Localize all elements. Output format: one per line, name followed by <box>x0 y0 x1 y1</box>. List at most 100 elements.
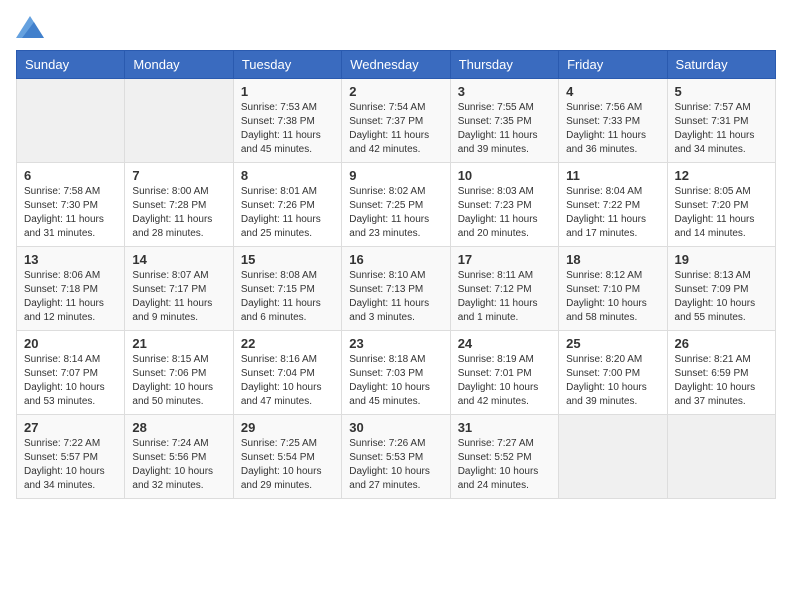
calendar-day-cell: 26 Sunrise: 8:21 AM Sunset: 6:59 PM Dayli… <box>667 331 775 415</box>
logo-icon <box>16 16 44 38</box>
calendar-day-cell: 28 Sunrise: 7:24 AM Sunset: 5:56 PM Dayli… <box>125 415 233 499</box>
day-number: 23 <box>349 336 442 351</box>
day-number: 30 <box>349 420 442 435</box>
calendar-day-cell: 30 Sunrise: 7:26 AM Sunset: 5:53 PM Dayli… <box>342 415 450 499</box>
weekday-header-monday: Monday <box>125 51 233 79</box>
weekday-header-friday: Friday <box>559 51 667 79</box>
day-info: Sunrise: 8:03 AM Sunset: 7:23 PM Dayligh… <box>458 185 551 241</box>
day-info: Sunrise: 7:53 AM Sunset: 7:38 PM Dayligh… <box>241 101 334 157</box>
calendar-day-cell: 21 Sunrise: 8:15 AM Sunset: 7:06 PM Dayli… <box>125 331 233 415</box>
calendar-day-cell: 9 Sunrise: 8:02 AM Sunset: 7:25 PM Daylig… <box>342 163 450 247</box>
day-number: 21 <box>132 336 225 351</box>
calendar-day-cell <box>667 415 775 499</box>
day-number: 19 <box>675 252 768 267</box>
calendar-day-cell: 11 Sunrise: 8:04 AM Sunset: 7:22 PM Dayli… <box>559 163 667 247</box>
calendar-day-cell <box>125 79 233 163</box>
day-number: 18 <box>566 252 659 267</box>
day-number: 24 <box>458 336 551 351</box>
calendar-day-cell: 8 Sunrise: 8:01 AM Sunset: 7:26 PM Daylig… <box>233 163 341 247</box>
calendar-week-row: 6 Sunrise: 7:58 AM Sunset: 7:30 PM Daylig… <box>17 163 776 247</box>
day-info: Sunrise: 8:13 AM Sunset: 7:09 PM Dayligh… <box>675 269 768 325</box>
day-info: Sunrise: 8:05 AM Sunset: 7:20 PM Dayligh… <box>675 185 768 241</box>
calendar-table: SundayMondayTuesdayWednesdayThursdayFrid… <box>16 50 776 499</box>
day-info: Sunrise: 8:15 AM Sunset: 7:06 PM Dayligh… <box>132 353 225 409</box>
day-number: 6 <box>24 168 117 183</box>
day-number: 3 <box>458 84 551 99</box>
calendar-day-cell: 16 Sunrise: 8:10 AM Sunset: 7:13 PM Dayli… <box>342 247 450 331</box>
logo <box>16 16 48 38</box>
day-info: Sunrise: 7:58 AM Sunset: 7:30 PM Dayligh… <box>24 185 117 241</box>
page-header <box>16 16 776 38</box>
calendar-day-cell: 20Sunrise: 8:14 AM Sunset: 7:07 PM Dayli… <box>17 331 125 415</box>
day-info: Sunrise: 8:08 AM Sunset: 7:15 PM Dayligh… <box>241 269 334 325</box>
day-info: Sunrise: 7:56 AM Sunset: 7:33 PM Dayligh… <box>566 101 659 157</box>
calendar-day-cell: 29Sunrise: 7:25 AM Sunset: 5:54 PM Dayli… <box>233 415 341 499</box>
day-number: 1 <box>241 84 334 99</box>
day-number: 26 <box>675 336 768 351</box>
weekday-header-row: SundayMondayTuesdayWednesdayThursdayFrid… <box>17 51 776 79</box>
calendar-week-row: 13 Sunrise: 8:06 AM Sunset: 7:18 PM Dayli… <box>17 247 776 331</box>
day-info: Sunrise: 8:10 AM Sunset: 7:13 PM Dayligh… <box>349 269 442 325</box>
calendar-day-cell: 22 Sunrise: 8:16 AM Sunset: 7:04 PM Dayli… <box>233 331 341 415</box>
day-number: 9 <box>349 168 442 183</box>
calendar-day-cell: 31 Sunrise: 7:27 AM Sunset: 5:52 PM Dayli… <box>450 415 558 499</box>
weekday-header-thursday: Thursday <box>450 51 558 79</box>
day-number: 8 <box>241 168 334 183</box>
day-number: 29 <box>241 420 334 435</box>
day-info: Sunrise: 7:55 AM Sunset: 7:35 PM Dayligh… <box>458 101 551 157</box>
calendar-day-cell: 23 Sunrise: 8:18 AM Sunset: 7:03 PM Dayli… <box>342 331 450 415</box>
day-info: Sunrise: 7:27 AM Sunset: 5:52 PM Dayligh… <box>458 437 551 493</box>
calendar-day-cell: 14 Sunrise: 8:07 AM Sunset: 7:17 PM Dayli… <box>125 247 233 331</box>
calendar-day-cell: 15 Sunrise: 8:08 AM Sunset: 7:15 PM Dayli… <box>233 247 341 331</box>
calendar-week-row: 20Sunrise: 8:14 AM Sunset: 7:07 PM Dayli… <box>17 331 776 415</box>
day-number: 5 <box>675 84 768 99</box>
calendar-day-cell: 6 Sunrise: 7:58 AM Sunset: 7:30 PM Daylig… <box>17 163 125 247</box>
day-number: 25 <box>566 336 659 351</box>
day-number: 17 <box>458 252 551 267</box>
calendar-day-cell: 1 Sunrise: 7:53 AM Sunset: 7:38 PM Daylig… <box>233 79 341 163</box>
day-info: Sunrise: 7:54 AM Sunset: 7:37 PM Dayligh… <box>349 101 442 157</box>
day-info: Sunrise: 8:02 AM Sunset: 7:25 PM Dayligh… <box>349 185 442 241</box>
day-info: Sunrise: 7:24 AM Sunset: 5:56 PM Dayligh… <box>132 437 225 493</box>
calendar-day-cell <box>559 415 667 499</box>
calendar-day-cell: 25 Sunrise: 8:20 AM Sunset: 7:00 PM Dayli… <box>559 331 667 415</box>
day-info: Sunrise: 8:07 AM Sunset: 7:17 PM Dayligh… <box>132 269 225 325</box>
calendar-day-cell: 13 Sunrise: 8:06 AM Sunset: 7:18 PM Dayli… <box>17 247 125 331</box>
calendar-day-cell <box>17 79 125 163</box>
calendar-day-cell: 10Sunrise: 8:03 AM Sunset: 7:23 PM Dayli… <box>450 163 558 247</box>
day-info: Sunrise: 7:26 AM Sunset: 5:53 PM Dayligh… <box>349 437 442 493</box>
calendar-day-cell: 7Sunrise: 8:00 AM Sunset: 7:28 PM Daylig… <box>125 163 233 247</box>
calendar-day-cell: 3 Sunrise: 7:55 AM Sunset: 7:35 PM Daylig… <box>450 79 558 163</box>
day-info: Sunrise: 8:18 AM Sunset: 7:03 PM Dayligh… <box>349 353 442 409</box>
day-number: 12 <box>675 168 768 183</box>
calendar-day-cell: 4 Sunrise: 7:56 AM Sunset: 7:33 PM Daylig… <box>559 79 667 163</box>
day-info: Sunrise: 8:01 AM Sunset: 7:26 PM Dayligh… <box>241 185 334 241</box>
day-number: 31 <box>458 420 551 435</box>
weekday-header-wednesday: Wednesday <box>342 51 450 79</box>
day-number: 22 <box>241 336 334 351</box>
day-number: 28 <box>132 420 225 435</box>
day-number: 2 <box>349 84 442 99</box>
day-info: Sunrise: 7:57 AM Sunset: 7:31 PM Dayligh… <box>675 101 768 157</box>
day-number: 15 <box>241 252 334 267</box>
day-info: Sunrise: 8:21 AM Sunset: 6:59 PM Dayligh… <box>675 353 768 409</box>
day-number: 14 <box>132 252 225 267</box>
calendar-day-cell: 24Sunrise: 8:19 AM Sunset: 7:01 PM Dayli… <box>450 331 558 415</box>
day-info: Sunrise: 8:20 AM Sunset: 7:00 PM Dayligh… <box>566 353 659 409</box>
calendar-day-cell: 12 Sunrise: 8:05 AM Sunset: 7:20 PM Dayli… <box>667 163 775 247</box>
day-number: 13 <box>24 252 117 267</box>
day-number: 4 <box>566 84 659 99</box>
calendar-day-cell: 17Sunrise: 8:11 AM Sunset: 7:12 PM Dayli… <box>450 247 558 331</box>
day-info: Sunrise: 8:16 AM Sunset: 7:04 PM Dayligh… <box>241 353 334 409</box>
day-number: 11 <box>566 168 659 183</box>
day-number: 16 <box>349 252 442 267</box>
day-info: Sunrise: 7:22 AM Sunset: 5:57 PM Dayligh… <box>24 437 117 493</box>
day-info: Sunrise: 8:04 AM Sunset: 7:22 PM Dayligh… <box>566 185 659 241</box>
day-info: Sunrise: 8:06 AM Sunset: 7:18 PM Dayligh… <box>24 269 117 325</box>
day-number: 7 <box>132 168 225 183</box>
weekday-header-tuesday: Tuesday <box>233 51 341 79</box>
calendar-week-row: 1 Sunrise: 7:53 AM Sunset: 7:38 PM Daylig… <box>17 79 776 163</box>
calendar-week-row: 27Sunrise: 7:22 AM Sunset: 5:57 PM Dayli… <box>17 415 776 499</box>
calendar-day-cell: 19 Sunrise: 8:13 AM Sunset: 7:09 PM Dayli… <box>667 247 775 331</box>
calendar-day-cell: 27Sunrise: 7:22 AM Sunset: 5:57 PM Dayli… <box>17 415 125 499</box>
